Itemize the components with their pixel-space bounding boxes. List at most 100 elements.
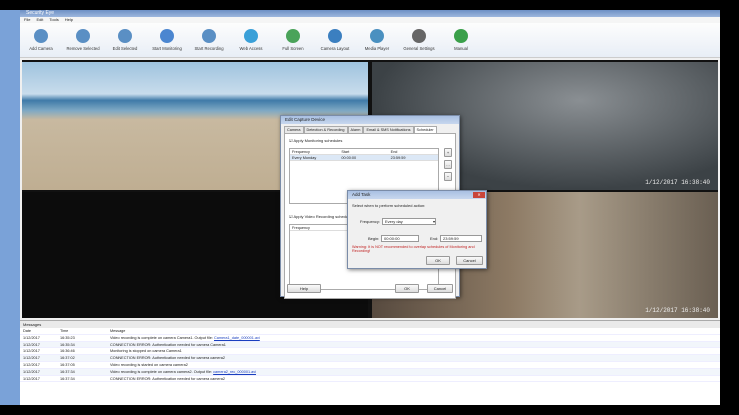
- dialog-title: Add Task: [348, 191, 486, 199]
- apply-recording-checkbox[interactable]: ☑ Apply Video Recording schedules: [289, 214, 353, 219]
- toolbar-label: Web Access: [239, 46, 263, 51]
- edit-selected-button[interactable]: Edit Selected: [106, 29, 144, 51]
- frequency-select[interactable]: Every day ▾: [382, 218, 436, 225]
- message-text: Monitoring is stopped on camera Camera1: [110, 349, 182, 354]
- title-bar: Security Eye: [20, 10, 720, 17]
- ok-button[interactable]: OK: [395, 284, 419, 293]
- menu-item-edit[interactable]: Edit: [36, 17, 43, 23]
- media-player-button[interactable]: Media Player: [358, 29, 396, 51]
- begin-time-input[interactable]: 00:00:00: [381, 235, 419, 242]
- tab-email-sms-notifications[interactable]: Email & SMS Notifications: [363, 126, 414, 133]
- tab-alarm[interactable]: Alarm: [347, 126, 364, 133]
- message-text: CONNECTION ERROR: Authentication needed …: [110, 342, 226, 347]
- timestamp: 1/12/2017 16:38:40: [645, 179, 710, 186]
- toolbar-label: Media Player: [364, 46, 390, 51]
- message: CONNECTION ERROR: Authentication needed …: [110, 376, 720, 382]
- web-access-icon: [244, 29, 258, 43]
- messages-panel: Messages Date Time Message 1/12/2017 16:35:…: [20, 320, 720, 405]
- time: 16:36:46: [60, 349, 75, 354]
- message-text: CONNECTION ERROR: Authentication needed …: [110, 376, 226, 381]
- date: 1/12/2017: [23, 342, 40, 347]
- media-player-icon: [370, 29, 384, 43]
- apply-monitoring-checkbox[interactable]: ☑ Apply Monitoring schedules: [289, 138, 342, 143]
- cell: 23:59:59: [390, 156, 406, 160]
- toolbar-label: Start Recording: [194, 46, 224, 51]
- message: CONNECTION ERROR: Authentication needed …: [110, 342, 720, 348]
- message-row[interactable]: 1/12/2017 16:35:34 CONNECTION ERROR: Authe…: [20, 341, 720, 349]
- toolbar-label: Manual: [454, 46, 468, 51]
- camera-layout-button[interactable]: Camera Layout: [316, 29, 354, 51]
- output-file-link[interactable]: Camera1_date_000001.avi: [214, 336, 260, 340]
- table-row[interactable]: Every Monday 00:00:00 23:59:59: [290, 155, 438, 161]
- date: 1/12/2017: [23, 369, 40, 374]
- col-time: Time: [60, 329, 69, 333]
- time: 16:37:02: [60, 356, 75, 361]
- tab-camera[interactable]: Camera: [284, 126, 304, 133]
- begin-label: Begin:: [368, 236, 380, 241]
- start-recording-icon: [202, 29, 216, 43]
- add-camera-icon: [34, 29, 48, 43]
- message-text: CONNECTION ERROR: Authentication needed …: [110, 356, 226, 361]
- manual-button[interactable]: Manual: [442, 29, 480, 51]
- end-time-input[interactable]: 23:59:59: [440, 235, 482, 242]
- end-label: End:: [430, 236, 439, 241]
- full-screen-button[interactable]: Full Screen: [274, 29, 312, 51]
- toolbar-label: Full Screen: [282, 46, 304, 51]
- cell: 00:00:00: [341, 156, 357, 160]
- warning-text: Warning: It is NOT recommended to overla…: [352, 245, 475, 253]
- timestamp: 1/12/2017 16:38:40: [645, 307, 710, 314]
- toolbar-label: General Settings: [403, 46, 435, 51]
- message: Video recording is complete on camera Ca…: [110, 335, 720, 341]
- cancel-button[interactable]: Cancel: [456, 256, 483, 265]
- message-row[interactable]: 1/12/2017 16:37:05 Video recording is star…: [20, 362, 720, 369]
- time: 16:37:05: [60, 362, 75, 367]
- add-schedule-button[interactable]: +: [444, 148, 452, 157]
- output-file-link[interactable]: camera2_rec_000001.avi: [213, 370, 256, 374]
- col-start: Start: [341, 150, 350, 154]
- start-monitoring-button[interactable]: Start Monitoring: [148, 29, 186, 51]
- add-task-dialog: Add Task ✕ Select when to perform schedu…: [347, 190, 487, 269]
- tab-scheduler[interactable]: Scheduler: [413, 126, 437, 133]
- help-button[interactable]: Help: [287, 284, 321, 293]
- edit-selected-icon: [118, 29, 132, 43]
- selected-value: Every day: [385, 219, 403, 224]
- message-row[interactable]: 1/12/2017 16:37:34 Video recording is comp…: [20, 368, 720, 376]
- add-camera-button[interactable]: Add Camera: [22, 29, 60, 51]
- toolbar-label: Start Monitoring: [152, 46, 182, 51]
- message-text: Video recording is complete on camera Ca…: [110, 335, 213, 340]
- cancel-button[interactable]: Cancel: [427, 284, 453, 293]
- time: 16:35:34: [60, 342, 75, 347]
- menu-item-tools[interactable]: Tools: [49, 17, 58, 23]
- col-frequency: Frequency: [292, 150, 310, 154]
- web-access-button[interactable]: Web Access: [232, 29, 270, 51]
- message-row[interactable]: 1/12/2017 16:35:23 Video recording is comp…: [20, 335, 720, 342]
- date: 1/12/2017: [23, 376, 40, 381]
- time: 16:37:34: [60, 369, 75, 374]
- date: 1/12/2017: [23, 349, 40, 354]
- ok-button[interactable]: OK: [426, 256, 450, 265]
- close-button[interactable]: ✕: [473, 192, 485, 198]
- desktop-strip: [0, 10, 20, 405]
- tab-detection-recording[interactable]: Detection & Recording: [303, 126, 348, 133]
- remove-schedule-button[interactable]: −: [444, 172, 452, 181]
- message: Video recording is complete on camera ca…: [110, 369, 720, 375]
- col-message: Message: [110, 329, 126, 333]
- message-row[interactable]: 1/12/2017 16:37:34 CONNECTION ERROR: Authe…: [20, 376, 720, 383]
- cell: Every Monday: [292, 156, 317, 160]
- col-date: Date: [23, 329, 32, 333]
- start-monitoring-icon: [160, 29, 174, 43]
- dialog-title: Edit Capture Device: [281, 116, 459, 124]
- message-row[interactable]: 1/12/2017 16:37:02 CONNECTION ERROR: Authe…: [20, 355, 720, 362]
- edit-schedule-button[interactable]: …: [444, 160, 452, 169]
- messages-title: Messages: [20, 321, 720, 328]
- menu-item-help[interactable]: Help: [65, 17, 73, 23]
- general-settings-button[interactable]: General Settings: [400, 29, 438, 51]
- start-recording-button[interactable]: Start Recording: [190, 29, 228, 51]
- remove-selected-button[interactable]: Remove Selected: [64, 29, 102, 51]
- prompt: Select when to perform scheduled action:: [352, 203, 426, 208]
- general-settings-icon: [412, 29, 426, 43]
- chevron-down-icon: ▾: [432, 219, 435, 224]
- message-row[interactable]: 1/12/2017 16:36:46 Monitoring is stopped o…: [20, 348, 720, 356]
- toolbar-label: Add Camera: [29, 46, 53, 51]
- menu-item-file[interactable]: File: [24, 17, 30, 23]
